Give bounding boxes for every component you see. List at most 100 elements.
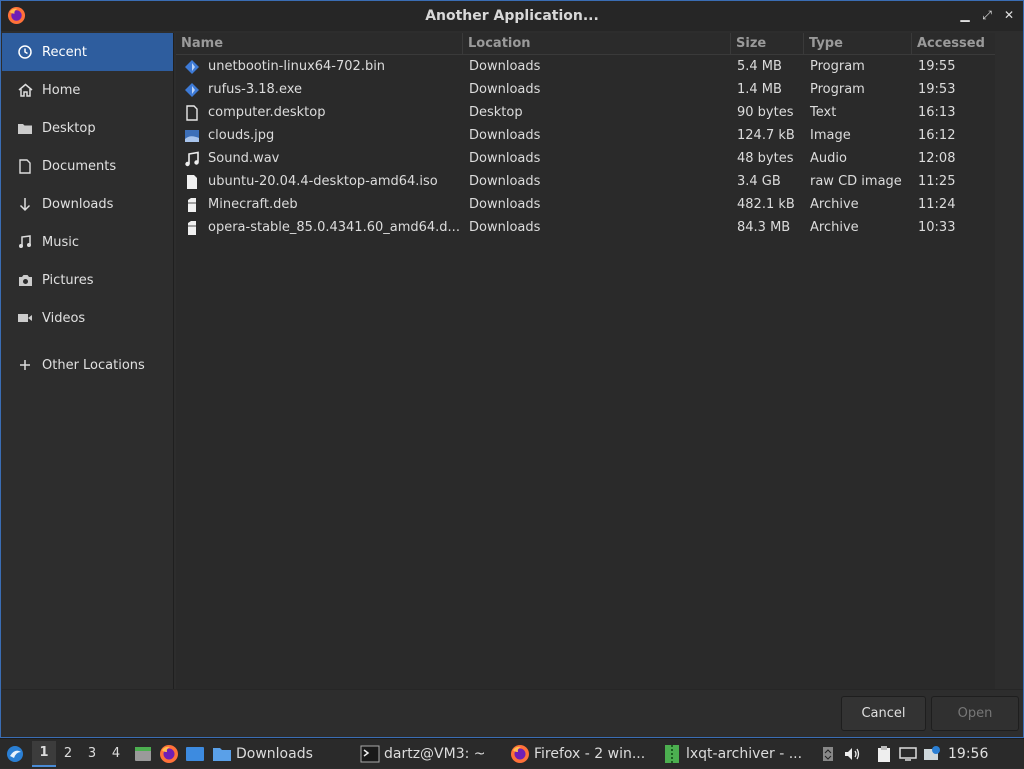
file-location: Downloads bbox=[469, 220, 541, 235]
file-size: 48 bytes bbox=[737, 151, 794, 166]
file-type: Text bbox=[810, 105, 837, 120]
task-archiver[interactable]: lxqt-archiver - ... bbox=[662, 740, 812, 768]
clock[interactable]: 19:56 bbox=[948, 746, 988, 762]
quicklaunch-firefox[interactable] bbox=[156, 741, 182, 767]
file-type: Image bbox=[810, 128, 851, 143]
title-bar[interactable]: Another Application... ▁ ⤢ ✕ bbox=[1, 1, 1023, 31]
desktop-switch-2[interactable]: 2 bbox=[56, 741, 80, 767]
program-icon bbox=[185, 82, 199, 97]
file-accessed: 19:53 bbox=[918, 82, 956, 97]
column-header-size[interactable]: Size bbox=[731, 33, 804, 54]
table-row[interactable]: computer.desktop Desktop 90 bytes Text 1… bbox=[176, 101, 995, 124]
sidebar-item-recent[interactable]: Recent bbox=[2, 33, 173, 71]
table-row[interactable]: unetbootin-linux64-702.bin Downloads 5.4… bbox=[176, 55, 995, 78]
file-accessed: 16:13 bbox=[918, 105, 956, 120]
sidebar-item-documents[interactable]: Documents bbox=[2, 147, 173, 185]
folder-icon bbox=[213, 747, 231, 761]
file-size: 90 bytes bbox=[737, 105, 794, 120]
column-header-name[interactable]: Name bbox=[176, 33, 463, 54]
table-row[interactable]: clouds.jpg Downloads 124.7 kB Image 16:1… bbox=[176, 124, 995, 147]
desktop-switch-4[interactable]: 4 bbox=[104, 741, 128, 767]
update-notifier-icon[interactable] bbox=[922, 744, 942, 764]
disc-image-icon bbox=[187, 174, 197, 189]
start-menu-button[interactable] bbox=[0, 739, 30, 769]
file-location: Downloads bbox=[469, 197, 541, 212]
table-row[interactable]: ubuntu-20.04.4-desktop-amd64.iso Downloa… bbox=[176, 170, 995, 193]
scroll-indicator-icon[interactable] bbox=[818, 744, 838, 764]
audio-icon bbox=[185, 151, 199, 166]
table-row[interactable]: opera-stable_85.0.4341.60_amd64.d... Dow… bbox=[176, 216, 995, 239]
close-button[interactable]: ✕ bbox=[1001, 7, 1017, 23]
restore-button[interactable]: ⤢ bbox=[979, 7, 995, 23]
file-name: Sound.wav bbox=[208, 151, 280, 166]
column-header-type[interactable]: Type bbox=[804, 33, 912, 54]
file-size: 124.7 kB bbox=[737, 128, 795, 143]
table-row[interactable]: Sound.wav Downloads 48 bytes Audio 12:08 bbox=[176, 147, 995, 170]
clipboard-icon[interactable] bbox=[874, 744, 894, 764]
camera-icon bbox=[16, 271, 34, 289]
desktop-switch-3[interactable]: 3 bbox=[80, 741, 104, 767]
file-type: Archive bbox=[810, 197, 859, 212]
lxqt-logo-icon bbox=[7, 745, 23, 762]
firefox-icon bbox=[511, 744, 529, 763]
file-type: raw CD image bbox=[810, 174, 902, 189]
file-type: Program bbox=[810, 82, 865, 97]
file-size: 1.4 MB bbox=[737, 82, 782, 97]
file-accessed: 10:33 bbox=[918, 220, 956, 235]
task-firefox[interactable]: Firefox - 2 win... bbox=[510, 740, 662, 768]
sidebar-item-label: Downloads bbox=[42, 196, 114, 212]
desktop-switch-1[interactable]: 1 bbox=[32, 740, 56, 767]
sidebar-item-downloads[interactable]: Downloads bbox=[2, 185, 173, 223]
scroll-gutter bbox=[995, 33, 1023, 689]
file-size: 84.3 MB bbox=[737, 220, 791, 235]
task-downloads[interactable]: Downloads bbox=[208, 740, 358, 768]
file-accessed: 11:24 bbox=[918, 197, 956, 212]
taskbar: 1 2 3 4 Downloads dartz@VM3: ~ Firefox -… bbox=[0, 738, 1024, 768]
sidebar-item-pictures[interactable]: Pictures bbox=[2, 261, 173, 299]
file-manager-icon bbox=[135, 746, 151, 761]
task-label: Downloads bbox=[236, 745, 313, 762]
file-chooser-window: Another Application... ▁ ⤢ ✕ Recent Home… bbox=[0, 0, 1024, 738]
window-title: Another Application... bbox=[425, 8, 599, 24]
file-type: Audio bbox=[810, 151, 847, 166]
sidebar-item-label: Pictures bbox=[42, 272, 94, 288]
sidebar-item-label: Other Locations bbox=[42, 357, 145, 373]
document-icon bbox=[16, 157, 34, 175]
file-name: rufus-3.18.exe bbox=[208, 82, 303, 97]
file-name: unetbootin-linux64-702.bin bbox=[208, 59, 386, 74]
file-location: Downloads bbox=[469, 59, 541, 74]
download-icon bbox=[16, 195, 34, 213]
sidebar-item-music[interactable]: Music bbox=[2, 223, 173, 261]
file-list: Name Location Size Type Accessed unetboo… bbox=[176, 33, 995, 689]
sidebar-item-videos[interactable]: Videos bbox=[2, 299, 173, 337]
file-accessed: 19:55 bbox=[918, 59, 956, 74]
archive-icon bbox=[188, 197, 196, 212]
minimize-button[interactable]: ▁ bbox=[957, 7, 973, 23]
sidebar-item-other-locations[interactable]: Other Locations bbox=[2, 346, 173, 384]
network-icon[interactable] bbox=[898, 744, 918, 764]
quicklaunch-file-manager[interactable] bbox=[130, 741, 156, 767]
table-row[interactable]: rufus-3.18.exe Downloads 1.4 MB Program … bbox=[176, 78, 995, 101]
file-type: Program bbox=[810, 59, 865, 74]
column-header-location[interactable]: Location bbox=[463, 33, 731, 54]
table-row[interactable]: Minecraft.deb Downloads 482.1 kB Archive… bbox=[176, 193, 995, 216]
sidebar-item-desktop[interactable]: Desktop bbox=[2, 109, 173, 147]
music-icon bbox=[16, 233, 34, 251]
file-name: ubuntu-20.04.4-desktop-amd64.iso bbox=[208, 174, 438, 189]
file-location: Downloads bbox=[469, 151, 541, 166]
sidebar-item-home[interactable]: Home bbox=[2, 71, 173, 109]
volume-icon[interactable] bbox=[842, 744, 862, 764]
open-button[interactable]: Open bbox=[931, 696, 1019, 731]
column-header-accessed[interactable]: Accessed bbox=[912, 33, 995, 54]
clock-icon bbox=[16, 43, 34, 61]
file-accessed: 12:08 bbox=[918, 151, 956, 166]
system-tray bbox=[818, 744, 942, 764]
quicklaunch-desktop[interactable] bbox=[182, 741, 208, 767]
file-name: Minecraft.deb bbox=[208, 197, 298, 212]
task-terminal[interactable]: dartz@VM3: ~ bbox=[358, 740, 510, 768]
sidebar-item-label: Music bbox=[42, 234, 79, 250]
archive-icon bbox=[188, 220, 196, 235]
sidebar-item-label: Videos bbox=[42, 310, 86, 326]
cancel-button[interactable]: Cancel bbox=[841, 696, 926, 731]
file-accessed: 16:12 bbox=[918, 128, 956, 143]
